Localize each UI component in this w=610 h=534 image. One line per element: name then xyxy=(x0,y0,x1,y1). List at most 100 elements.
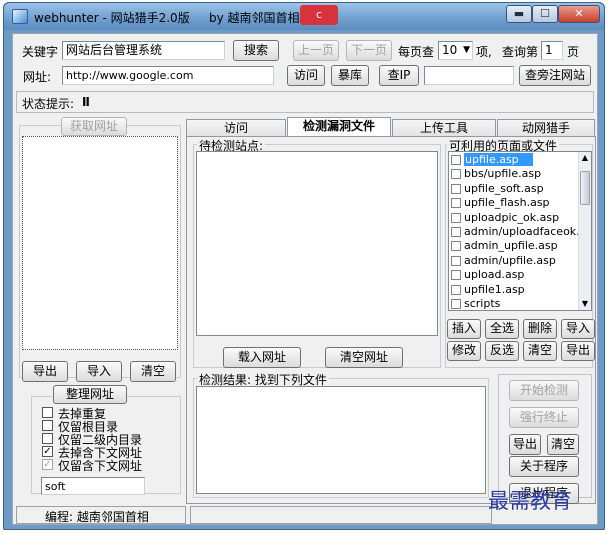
prev-page-button[interactable]: 上一页 xyxy=(293,40,339,61)
file-edit-button[interactable]: 修改 xyxy=(447,341,481,361)
app-icon xyxy=(12,9,28,24)
organize-checkbox[interactable] xyxy=(42,420,53,431)
url-list[interactable] xyxy=(22,136,178,350)
file-item[interactable]: admin/upfile.asp xyxy=(449,254,591,268)
files-list[interactable]: upfile.asp bbs/upfile.asp upfile_soft.asp u… xyxy=(448,151,592,311)
file-checkbox[interactable] xyxy=(451,284,461,295)
clear-result-button[interactable]: 清空 xyxy=(547,434,579,455)
chevron-down-icon: ▼ xyxy=(463,45,470,55)
get-url-button[interactable]: 获取网址 xyxy=(61,117,127,136)
file-clear-button[interactable]: 清空 xyxy=(523,341,557,361)
tab-detect-files[interactable]: 检测漏洞文件 xyxy=(287,117,391,137)
organize-checkbox[interactable]: ✓ xyxy=(42,446,53,457)
file-item[interactable]: upfile.asp xyxy=(449,153,591,167)
per-page-label: 每页查 xyxy=(398,45,435,59)
file-name: admin_upfile.asp xyxy=(464,239,558,253)
file-name: admin/upfile.asp xyxy=(464,253,556,267)
file-item[interactable]: uploadpic_ok.asp xyxy=(449,211,591,225)
keyword-input[interactable]: 网站后台管理系统 xyxy=(62,41,225,60)
watermark-logo: 最需教育 xyxy=(488,489,572,513)
load-url-button[interactable]: 载入网址 xyxy=(223,347,301,368)
clear-url-list-button[interactable]: 清空 xyxy=(130,361,176,382)
file-select-all-button[interactable]: 全选 xyxy=(485,319,519,339)
client-area: 关键字 网站后台管理系统 搜索 上一页 下一页 每页查 10 ▼ 项, 查询第 1… xyxy=(12,33,598,525)
file-item[interactable]: upfile_soft.asp xyxy=(449,182,591,196)
file-insert-button[interactable]: 插入 xyxy=(447,319,481,339)
side-site-button[interactable]: 查旁注网站 xyxy=(519,65,591,86)
title-bar: webhunter - 网站猎手2.0版 by 越南邻国首相 c ▬ ☐ ✕ xyxy=(4,3,604,30)
file-checkbox[interactable] xyxy=(451,226,461,237)
file-invert-button[interactable]: 反选 xyxy=(485,341,519,361)
file-item[interactable]: upfile_flash.asp xyxy=(449,196,591,210)
scroll-up-icon[interactable]: ▲ xyxy=(579,152,591,164)
filter-input[interactable]: soft xyxy=(41,477,145,495)
organize-checkbox[interactable] xyxy=(42,407,53,418)
per-page-value: 10 xyxy=(442,43,458,57)
url-label: 网址: xyxy=(23,70,52,84)
window-title: webhunter - 网站猎手2.0版 xyxy=(34,11,190,25)
pending-sites-list[interactable] xyxy=(196,151,438,336)
file-checkbox[interactable] xyxy=(451,198,461,209)
file-name: upfile.asp xyxy=(464,153,533,166)
page-label: 页 xyxy=(567,45,580,59)
file-checkbox[interactable] xyxy=(451,155,461,165)
per-page-select[interactable]: 10 ▼ xyxy=(438,41,473,60)
file-items: upfile.asp bbs/upfile.asp upfile_soft.asp u… xyxy=(449,152,591,310)
ip-input[interactable] xyxy=(424,66,514,85)
file-checkbox[interactable] xyxy=(451,255,461,266)
files-scrollbar[interactable]: ▲ ▼ xyxy=(578,152,591,310)
scroll-down-icon[interactable]: ▼ xyxy=(579,298,591,310)
app-window: webhunter - 网站猎手2.0版 by 越南邻国首相 c ▬ ☐ ✕ 关… xyxy=(3,2,605,530)
check-ip-button[interactable]: 查IP xyxy=(379,65,419,86)
file-checkbox[interactable] xyxy=(451,169,461,180)
file-checkbox[interactable] xyxy=(451,212,461,223)
start-detect-button[interactable]: 开始检测 xyxy=(509,380,579,401)
file-item[interactable]: admin/uploadfaceok.asp xyxy=(449,225,591,239)
next-page-button[interactable]: 下一页 xyxy=(346,40,392,61)
status-value: Ⅱ xyxy=(82,95,90,109)
maximize-button[interactable]: ☐ xyxy=(532,5,558,23)
file-import-button[interactable]: 导入 xyxy=(561,319,595,339)
file-item[interactable]: upload.asp xyxy=(449,268,591,282)
file-item[interactable]: upfile1.asp xyxy=(449,283,591,297)
file-name: upload.asp xyxy=(464,268,525,282)
author-tag: by 越南邻国首相 xyxy=(209,11,300,25)
close-button[interactable]: ✕ xyxy=(558,5,600,23)
file-delete-button[interactable]: 删除 xyxy=(523,319,557,339)
storage-button[interactable]: 暴库 xyxy=(331,65,369,86)
file-item[interactable]: admin_upfile.asp xyxy=(449,239,591,253)
tab-visit[interactable]: 访问 xyxy=(186,119,286,137)
minimize-button[interactable]: ▬ xyxy=(506,5,532,23)
visit-button[interactable]: 访问 xyxy=(287,65,325,86)
import-url-button[interactable]: 导入 xyxy=(76,361,122,382)
file-checkbox[interactable] xyxy=(451,241,461,252)
footer-credit: 编程: 越南邻国首相 xyxy=(45,510,149,524)
tab-dvbbs-hunter[interactable]: 动网猎手 xyxy=(497,119,595,137)
file-export-button[interactable]: 导出 xyxy=(561,341,595,361)
url-input[interactable]: http://www.google.com xyxy=(62,66,274,85)
result-list[interactable] xyxy=(196,386,486,494)
export-url-button[interactable]: 导出 xyxy=(22,361,68,382)
file-checkbox[interactable] xyxy=(451,298,461,309)
organize-url-button[interactable]: 整理网址 xyxy=(53,385,127,404)
clear-pending-button[interactable]: 清空网址 xyxy=(325,347,403,368)
scroll-thumb[interactable] xyxy=(580,171,590,205)
force-stop-button[interactable]: 强行终止 xyxy=(509,407,579,428)
file-name: scripts xyxy=(464,296,501,310)
file-checkbox[interactable] xyxy=(451,270,461,281)
query-page-input[interactable]: 1 xyxy=(541,41,563,60)
about-button[interactable]: 关于程序 xyxy=(509,456,579,477)
export-result-button[interactable]: 导出 xyxy=(509,434,541,455)
organize-checkbox[interactable]: ✓ xyxy=(42,459,53,470)
file-name: admin/uploadfaceok.asp xyxy=(464,224,592,238)
file-item[interactable]: scripts xyxy=(449,296,591,310)
tab-upload-tools[interactable]: 上传工具 xyxy=(392,119,496,137)
progress-box xyxy=(190,506,492,524)
file-item[interactable]: bbs/upfile.asp xyxy=(449,167,591,181)
file-checkbox[interactable] xyxy=(451,183,461,194)
status-bar xyxy=(16,91,594,113)
search-button[interactable]: 搜索 xyxy=(233,40,279,61)
organize-checkbox[interactable] xyxy=(42,433,53,444)
items-label: 项, xyxy=(476,45,492,59)
file-name: upfile1.asp xyxy=(464,282,525,296)
